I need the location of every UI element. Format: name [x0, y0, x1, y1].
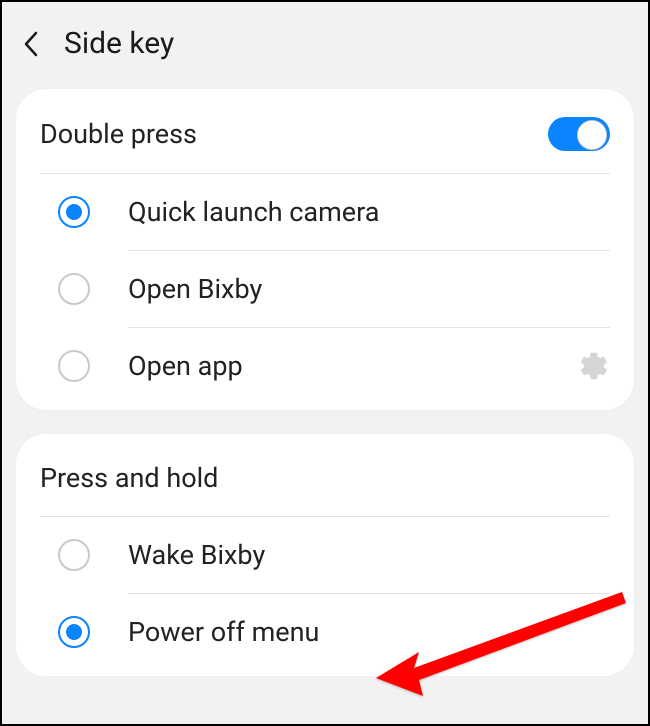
- option-quick-launch-camera[interactable]: Quick launch camera: [16, 174, 634, 250]
- option-label: Quick launch camera: [128, 196, 610, 228]
- radio-wake-bixby[interactable]: [58, 539, 90, 571]
- radio-open-app[interactable]: [58, 350, 90, 382]
- radio-quick-launch-camera[interactable]: [58, 196, 90, 228]
- option-label: Power off menu: [128, 616, 610, 648]
- page-header: Side key: [2, 2, 648, 89]
- page-title: Side key: [64, 26, 174, 61]
- double-press-title: Double press: [40, 118, 197, 150]
- double-press-card: Double press Quick launch camera Open Bi…: [16, 89, 634, 410]
- option-wake-bixby[interactable]: Wake Bixby: [16, 517, 634, 593]
- press-hold-section-header: Press and hold: [16, 440, 634, 516]
- press-hold-title: Press and hold: [40, 462, 218, 494]
- radio-open-bixby[interactable]: [58, 273, 90, 305]
- radio-power-off-menu[interactable]: [58, 616, 90, 648]
- double-press-section-header: Double press: [16, 95, 634, 173]
- option-open-app[interactable]: Open app: [16, 328, 634, 404]
- option-label: Open Bixby: [128, 273, 610, 305]
- gear-icon[interactable]: [578, 350, 610, 382]
- option-label: Open app: [128, 350, 540, 382]
- double-press-toggle[interactable]: [548, 117, 610, 151]
- press-hold-card: Press and hold Wake Bixby Power off menu: [16, 434, 634, 676]
- option-open-bixby[interactable]: Open Bixby: [16, 251, 634, 327]
- back-chevron-icon[interactable]: [22, 30, 40, 58]
- option-label: Wake Bixby: [128, 539, 610, 571]
- option-power-off-menu[interactable]: Power off menu: [16, 594, 634, 670]
